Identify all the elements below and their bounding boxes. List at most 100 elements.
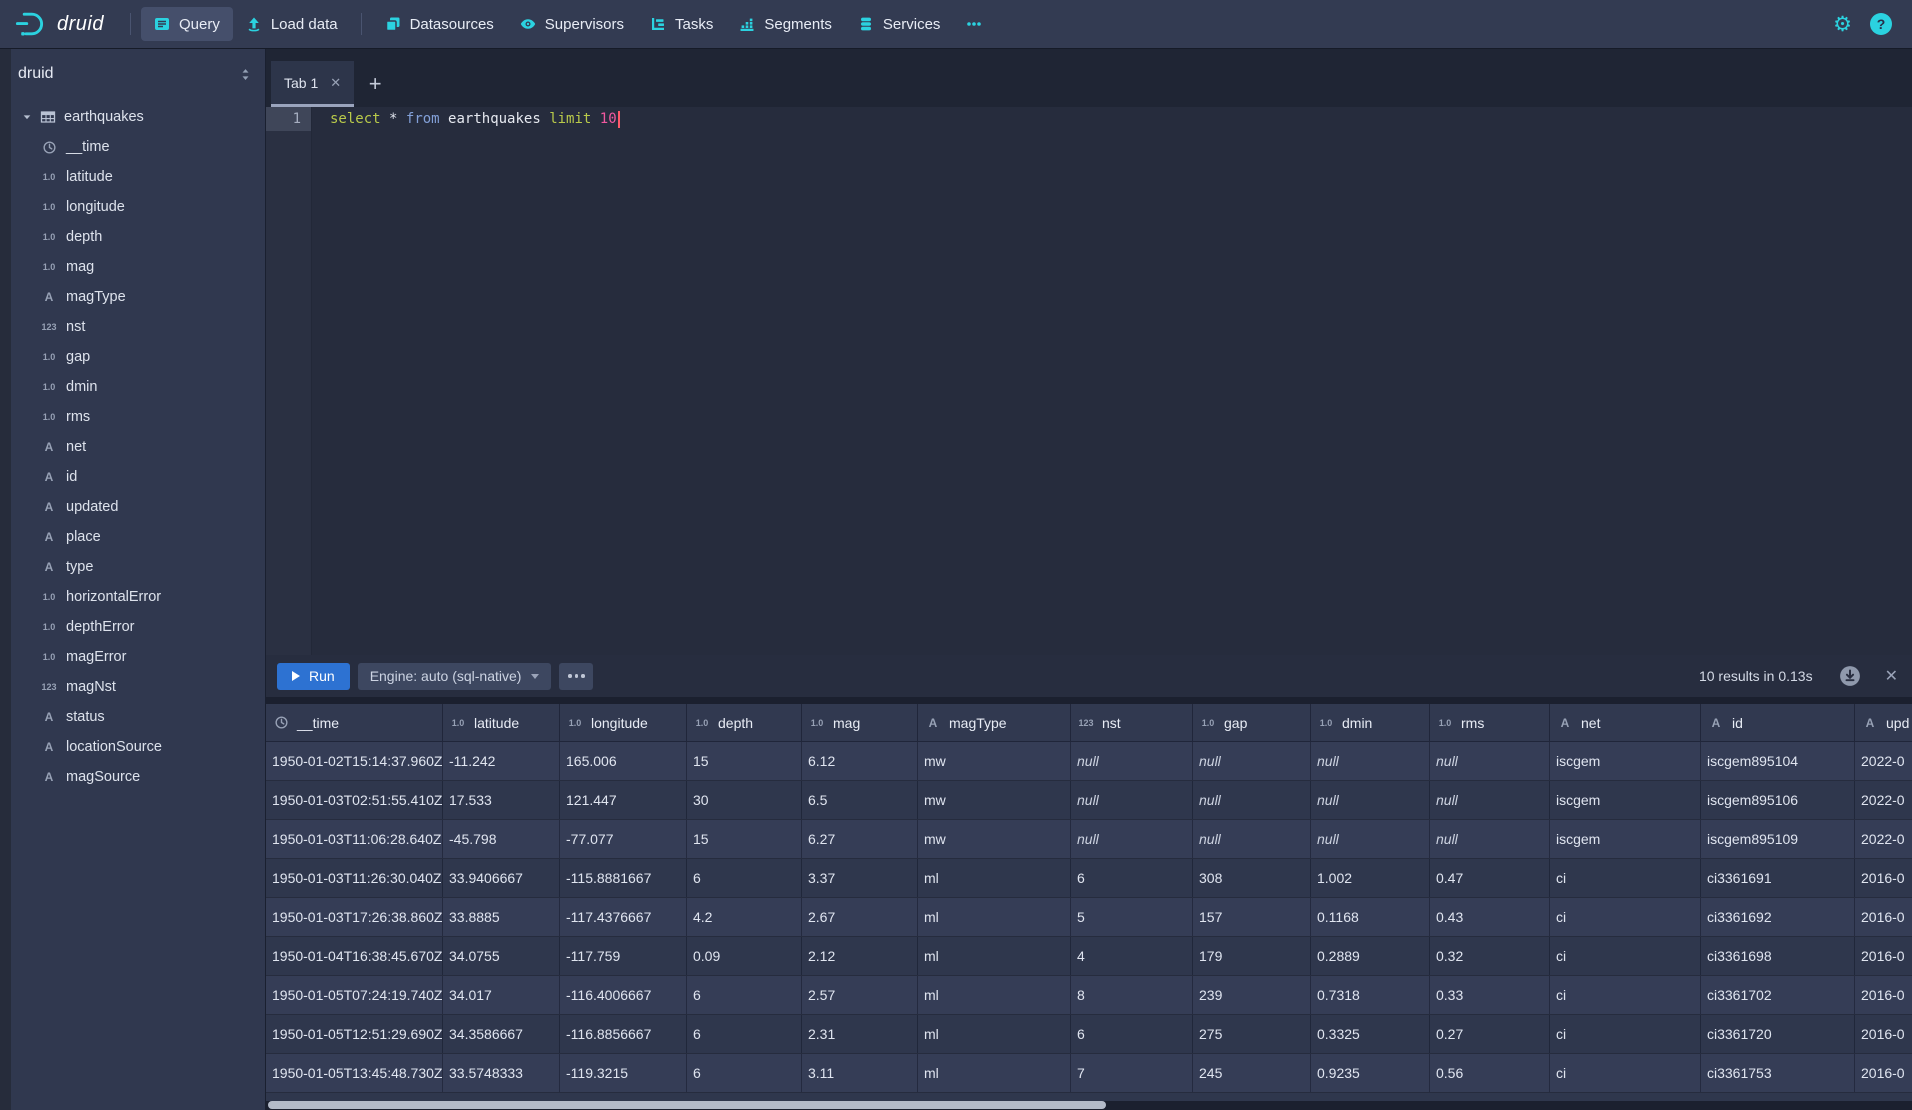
table-cell[interactable]: ci3361698 (1701, 937, 1855, 975)
results-header-mag[interactable]: 1.0mag (802, 704, 918, 741)
table-cell[interactable]: null (1311, 820, 1430, 858)
sql-code-line[interactable]: select * from earthquakes limit 10 (312, 107, 1912, 131)
sidebar-column-magNst[interactable]: 123magNst (11, 672, 265, 702)
table-cell[interactable]: ci3361753 (1701, 1054, 1855, 1092)
table-cell[interactable]: 34.3586667 (443, 1015, 560, 1053)
table-cell[interactable]: ci (1550, 859, 1701, 897)
table-cell[interactable]: 0.27 (1430, 1015, 1550, 1053)
sql-editor[interactable]: 1 select * from earthquakes limit 10 (266, 107, 1912, 655)
table-cell[interactable]: -116.8856667 (560, 1015, 687, 1053)
table-cell[interactable]: -117.759 (560, 937, 687, 975)
table-cell[interactable]: mw (918, 820, 1071, 858)
table-cell[interactable]: 6 (687, 1015, 802, 1053)
sidebar-column-nst[interactable]: 123nst (11, 312, 265, 342)
table-cell[interactable]: 1950-01-05T07:24:19.740Z (266, 976, 443, 1014)
run-button[interactable]: Run (277, 663, 350, 690)
results-header-rms[interactable]: 1.0rms (1430, 704, 1550, 741)
table-cell[interactable]: ml (918, 898, 1071, 936)
sidebar-column-rms[interactable]: 1.0rms (11, 402, 265, 432)
table-cell[interactable]: null (1311, 781, 1430, 819)
horizontal-scrollbar[interactable] (268, 1101, 1106, 1109)
table-cell[interactable]: 1950-01-03T17:26:38.860Z (266, 898, 443, 936)
results-header-magType[interactable]: AmagType (918, 704, 1071, 741)
table-cell[interactable]: ci (1550, 937, 1701, 975)
table-cell[interactable]: null (1430, 820, 1550, 858)
table-cell[interactable]: 2016-0 (1855, 859, 1912, 897)
table-cell[interactable]: 4.2 (687, 898, 802, 936)
table-cell[interactable]: 6 (687, 976, 802, 1014)
sidebar-column-horizontalError[interactable]: 1.0horizontalError (11, 582, 265, 612)
sidebar-column-updated[interactable]: Aupdated (11, 492, 265, 522)
nav-item-tasks[interactable]: Tasks (637, 7, 726, 41)
add-tab-button[interactable]: + (354, 61, 396, 107)
schema-selector[interactable]: druid (11, 48, 265, 90)
table-cell[interactable]: iscgem895109 (1701, 820, 1855, 858)
table-cell[interactable]: -117.4376667 (560, 898, 687, 936)
table-cell[interactable]: 15 (687, 742, 802, 780)
table-cell[interactable]: 1950-01-02T15:14:37.960Z (266, 742, 443, 780)
table-cell[interactable]: 0.33 (1430, 976, 1550, 1014)
table-cell[interactable]: 2022-0 (1855, 781, 1912, 819)
nav-item-load-data[interactable]: Load data (233, 7, 351, 41)
close-results-icon[interactable]: ✕ (1885, 666, 1898, 686)
query-more-button[interactable] (559, 663, 593, 690)
table-cell[interactable]: ci (1550, 1015, 1701, 1053)
table-cell[interactable]: ml (918, 976, 1071, 1014)
table-cell[interactable]: ci3361720 (1701, 1015, 1855, 1053)
table-cell[interactable]: ci3361692 (1701, 898, 1855, 936)
table-cell[interactable]: 33.5748333 (443, 1054, 560, 1092)
table-cell[interactable]: 2022-0 (1855, 742, 1912, 780)
nav-item-datasources[interactable]: Datasources (372, 7, 507, 41)
nav-item-services[interactable]: Services (845, 7, 954, 41)
sidebar-column-locationSource[interactable]: AlocationSource (11, 732, 265, 762)
table-cell[interactable]: 33.8885 (443, 898, 560, 936)
sidebar-column-dmin[interactable]: 1.0dmin (11, 372, 265, 402)
double-caret-vertical-icon[interactable] (238, 67, 253, 82)
results-header-dmin[interactable]: 1.0dmin (1311, 704, 1430, 741)
table-cell[interactable]: ml (918, 1015, 1071, 1053)
table-cell[interactable]: 0.3325 (1311, 1015, 1430, 1053)
table-cell[interactable]: ml (918, 937, 1071, 975)
table-cell[interactable]: 17.533 (443, 781, 560, 819)
table-cell[interactable]: 245 (1193, 1054, 1311, 1092)
table-cell[interactable]: -45.798 (443, 820, 560, 858)
table-cell[interactable]: 2.67 (802, 898, 918, 936)
table-cell[interactable]: 6.12 (802, 742, 918, 780)
table-cell[interactable]: -115.8881667 (560, 859, 687, 897)
table-cell[interactable]: iscgem895104 (1701, 742, 1855, 780)
table-cell[interactable]: 3.11 (802, 1054, 918, 1092)
results-header-latitude[interactable]: 1.0latitude (443, 704, 560, 741)
nav-item-query[interactable]: Query (141, 7, 233, 41)
table-cell[interactable]: 2016-0 (1855, 937, 1912, 975)
results-header-id[interactable]: Aid (1701, 704, 1855, 741)
table-cell[interactable]: 2016-0 (1855, 898, 1912, 936)
table-cell[interactable]: -11.242 (443, 742, 560, 780)
table-cell[interactable]: 2016-0 (1855, 1054, 1912, 1092)
nav-item-segments[interactable]: Segments (726, 7, 845, 41)
sidebar-column-depth[interactable]: 1.0depth (11, 222, 265, 252)
table-cell[interactable]: 0.2889 (1311, 937, 1430, 975)
table-cell[interactable]: null (1430, 781, 1550, 819)
table-cell[interactable]: 1.002 (1311, 859, 1430, 897)
table-cell[interactable]: 1950-01-05T13:45:48.730Z (266, 1054, 443, 1092)
table-cell[interactable]: null (1193, 781, 1311, 819)
table-cell[interactable]: 179 (1193, 937, 1311, 975)
table-cell[interactable]: -116.4006667 (560, 976, 687, 1014)
sidebar-column-id[interactable]: Aid (11, 462, 265, 492)
table-cell[interactable]: 0.47 (1430, 859, 1550, 897)
table-cell[interactable]: 2016-0 (1855, 1015, 1912, 1053)
table-cell[interactable]: 2016-0 (1855, 976, 1912, 1014)
table-cell[interactable]: null (1071, 742, 1193, 780)
table-cell[interactable]: iscgem (1550, 781, 1701, 819)
table-cell[interactable]: 33.9406667 (443, 859, 560, 897)
sidebar-column-type[interactable]: Atype (11, 552, 265, 582)
sidebar-column-latitude[interactable]: 1.0latitude (11, 162, 265, 192)
engine-select-button[interactable]: Engine: auto (sql-native) (358, 663, 552, 690)
table-cell[interactable]: 239 (1193, 976, 1311, 1014)
table-cell[interactable]: ci3361702 (1701, 976, 1855, 1014)
table-cell[interactable]: null (1311, 742, 1430, 780)
table-cell[interactable]: 1950-01-03T02:51:55.410Z (266, 781, 443, 819)
datasource-earthquakes[interactable]: earthquakes (11, 102, 265, 132)
table-cell[interactable]: null (1071, 820, 1193, 858)
help-icon[interactable]: ? (1870, 13, 1892, 35)
